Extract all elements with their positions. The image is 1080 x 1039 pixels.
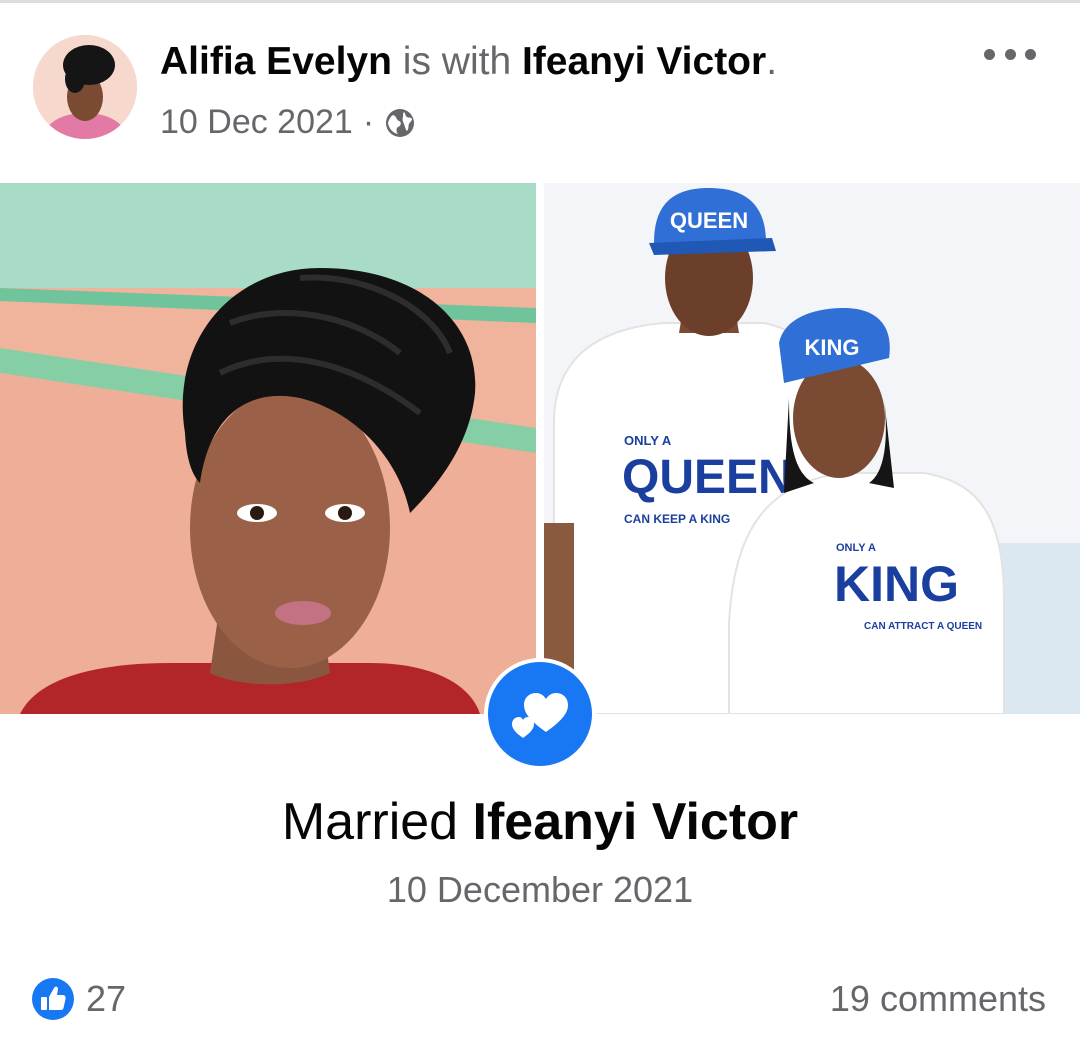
with-connector: is with: [391, 40, 522, 83]
comments-count-link[interactable]: 19 comments: [830, 976, 1046, 1022]
author-avatar[interactable]: [33, 35, 137, 139]
cap-left-text: QUEEN: [670, 208, 748, 233]
more-dot: [1004, 48, 1016, 60]
shirt-left-main-text: QUEEN: [622, 451, 793, 504]
top-divider: [0, 0, 1080, 3]
life-event-title: Married Ifeanyi Victor: [0, 790, 1080, 854]
cap-right-text: KING: [805, 335, 860, 360]
life-event-prefix: Married: [281, 793, 473, 851]
shirt-left-bottom-text: CAN KEEP A KING: [624, 512, 730, 526]
like-count[interactable]: 27: [86, 976, 126, 1022]
shirt-right-bottom-text: CAN ATTRACT A QUEEN: [864, 621, 982, 632]
life-event-date: 10 December 2021: [386, 869, 694, 910]
profile-photo-tagged[interactable]: QUEEN ONLY A QUEEN CAN KEEP A KING KING …: [544, 183, 1080, 714]
shirt-right-top-text: ONLY A: [836, 542, 876, 554]
shirt-left-top-text: ONLY A: [624, 433, 672, 448]
header-period: .: [766, 40, 778, 83]
tagged-user-link[interactable]: Ifeanyi Victor: [522, 40, 766, 83]
life-event-partner-link[interactable]: Ifeanyi Victor: [473, 793, 799, 851]
more-dot: [1025, 48, 1036, 60]
hearts-icon: [488, 662, 592, 766]
more-dot: [984, 48, 995, 60]
author-name-link[interactable]: Alifia Evelyn: [160, 40, 392, 83]
globe-icon: [384, 106, 416, 138]
post-meta: 10 Dec 2021 ·: [160, 100, 416, 144]
more-options-icon[interactable]: [984, 38, 1036, 70]
post-date[interactable]: 10 Dec 2021: [160, 100, 353, 144]
shirt-right-main-text: KING: [834, 556, 959, 612]
like-thumb-icon[interactable]: [32, 978, 74, 1020]
post-header: Alifia Evelyn is with Ifeanyi Victor.: [160, 38, 777, 86]
life-event-badge: [484, 658, 596, 770]
profile-photo-author[interactable]: [0, 183, 536, 714]
meta-separator: ·: [362, 103, 375, 141]
